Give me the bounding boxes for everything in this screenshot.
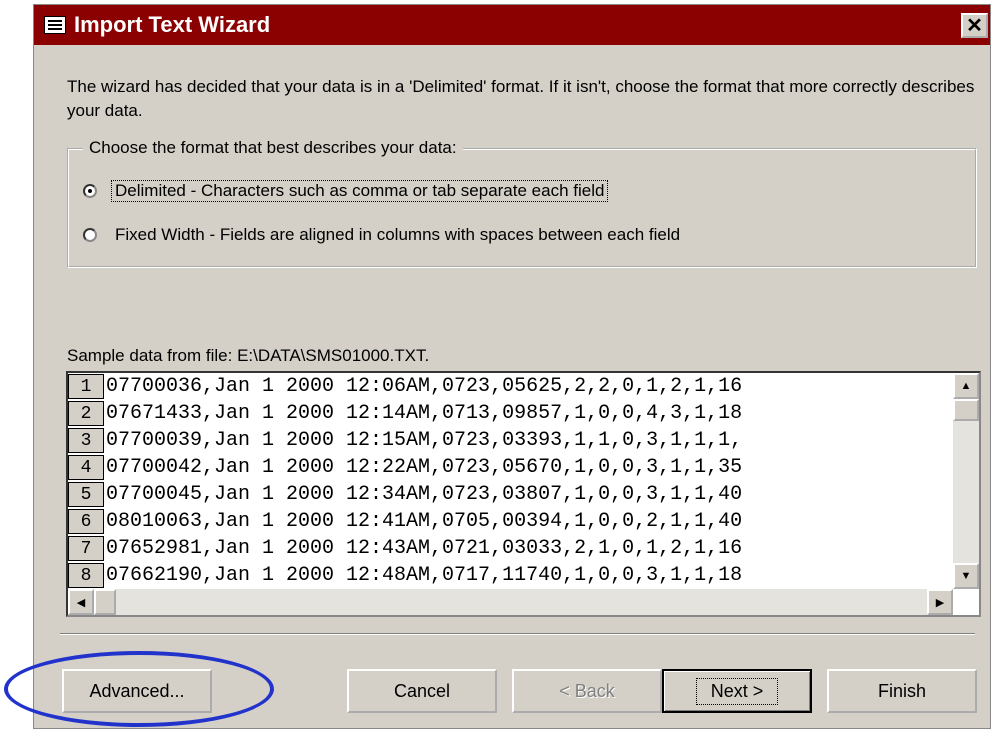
sample-row: 1 07700036,Jan 1 2000 12:06AM,0723,05625… <box>68 373 953 400</box>
format-group-legend: Choose the format that best describes yo… <box>83 138 463 158</box>
row-number: 7 <box>68 536 104 561</box>
row-text: 07652981,Jan 1 2000 12:43AM,0721,03033,2… <box>106 537 743 560</box>
scroll-up-button[interactable]: ▲ <box>953 373 979 399</box>
delimited-radio[interactable] <box>83 184 97 198</box>
sample-row: 3 07700039,Jan 1 2000 12:15AM,0723,03393… <box>68 427 953 454</box>
row-number: 4 <box>68 455 104 480</box>
close-button[interactable]: ✕ <box>961 13 988 38</box>
advanced-highlight-oval <box>4 651 274 727</box>
row-number: 5 <box>68 482 104 507</box>
row-text: 08010063,Jan 1 2000 12:41AM,0705,00394,1… <box>106 510 743 533</box>
next-button[interactable]: Next > <box>662 669 812 713</box>
cancel-button[interactable]: Cancel <box>347 669 497 713</box>
fixed-width-radio[interactable] <box>83 228 97 242</box>
title-bar: Import Text Wizard ✕ <box>34 5 990 45</box>
wizard-icon <box>44 16 66 34</box>
row-text: 07700039,Jan 1 2000 12:15AM,0723,03393,1… <box>106 429 743 452</box>
vertical-scroll-thumb[interactable] <box>953 399 979 421</box>
row-number: 2 <box>68 401 104 426</box>
back-button[interactable]: < Back <box>512 669 662 713</box>
scroll-right-button[interactable]: ▶ <box>927 589 953 615</box>
horizontal-scrollbar[interactable]: ◀ ▶ <box>68 589 953 615</box>
next-button-label[interactable]: Next > <box>695 677 779 705</box>
horizontal-scroll-thumb[interactable] <box>94 589 116 615</box>
fixed-width-option[interactable]: Fixed Width - Fields are aligned in colu… <box>83 225 684 245</box>
button-separator <box>60 633 975 635</box>
row-number: 1 <box>68 374 104 399</box>
sample-row: 6 08010063,Jan 1 2000 12:41AM,0705,00394… <box>68 508 953 535</box>
sample-row: 7 07652981,Jan 1 2000 12:43AM,0721,03033… <box>68 535 953 562</box>
sample-row: 8 07662190,Jan 1 2000 12:48AM,0717,11740… <box>68 562 953 589</box>
sample-row: 4 07700042,Jan 1 2000 12:22AM,0723,05670… <box>68 454 953 481</box>
row-text: 07700045,Jan 1 2000 12:34AM,0723,03807,1… <box>106 483 743 506</box>
row-text: 07700036,Jan 1 2000 12:06AM,0723,05625,2… <box>106 375 743 398</box>
sample-data-label: Sample data from file: E:\DATA\SMS01000.… <box>67 346 430 365</box>
format-groupbox: Choose the format that best describes yo… <box>67 138 977 268</box>
row-text: 07671433,Jan 1 2000 12:14AM,0713,09857,1… <box>106 402 743 425</box>
import-text-wizard-dialog: Import Text Wizard ✕ The wizard has deci… <box>33 4 991 729</box>
row-text: 07700042,Jan 1 2000 12:22AM,0723,05670,1… <box>106 456 743 479</box>
wizard-description: The wizard has decided that your data is… <box>67 77 975 120</box>
row-number: 8 <box>68 563 104 588</box>
window-title: Import Text Wizard <box>74 12 271 37</box>
sample-rows: 1 07700036,Jan 1 2000 12:06AM,0723,05625… <box>68 373 953 589</box>
row-number: 6 <box>68 509 104 534</box>
sample-row: 2 07671433,Jan 1 2000 12:14AM,0713,09857… <box>68 400 953 427</box>
sample-row: 5 07700045,Jan 1 2000 12:34AM,0723,03807… <box>68 481 953 508</box>
sample-data-preview[interactable]: 1 07700036,Jan 1 2000 12:06AM,0723,05625… <box>66 371 981 617</box>
row-number: 3 <box>68 428 104 453</box>
scroll-left-button[interactable]: ◀ <box>68 589 94 615</box>
delimited-option[interactable]: Delimited - Characters such as comma or … <box>83 180 609 202</box>
row-text: 07662190,Jan 1 2000 12:48AM,0717,11740,1… <box>106 564 743 587</box>
scroll-down-button[interactable]: ▼ <box>953 563 979 589</box>
delimited-label[interactable]: Delimited - Characters such as comma or … <box>111 180 609 202</box>
finish-button[interactable]: Finish <box>827 669 977 713</box>
vertical-scrollbar[interactable]: ▲ ▼ <box>953 373 979 589</box>
fixed-width-label[interactable]: Fixed Width - Fields are aligned in colu… <box>111 225 684 245</box>
